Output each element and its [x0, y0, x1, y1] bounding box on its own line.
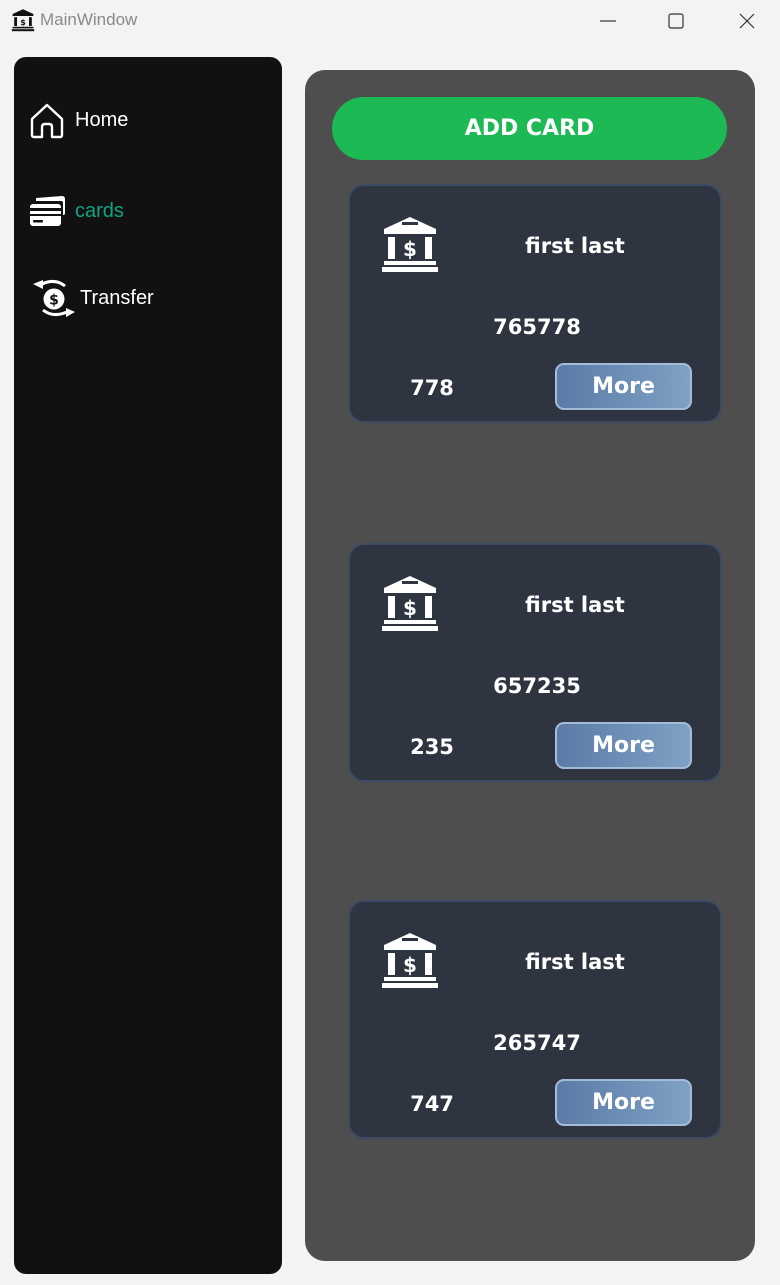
- window-title: MainWindow: [40, 10, 138, 29]
- sidebar-item-label: cards: [75, 200, 124, 222]
- svg-text:$: $: [20, 18, 26, 27]
- bank-icon: $: [382, 933, 438, 988]
- sidebar-item-label: Transfer: [80, 287, 154, 309]
- bank-icon: $: [382, 576, 438, 631]
- card-cvv: 747: [410, 1092, 454, 1116]
- sidebar-item-cards[interactable]: cards: [14, 187, 282, 237]
- card-item: $ first last 657235 235 More: [348, 543, 722, 782]
- money-transfer-icon: $: [33, 279, 75, 317]
- bank-icon: $: [382, 217, 438, 272]
- card-number: 657235: [493, 674, 581, 698]
- sidebar-item-home[interactable]: Home: [14, 97, 282, 147]
- sidebar: Home cards $ Transfer: [14, 57, 282, 1274]
- sidebar-item-transfer[interactable]: $ Transfer: [14, 273, 282, 323]
- svg-text:$: $: [403, 596, 417, 620]
- more-button[interactable]: More: [555, 1079, 692, 1126]
- card-item: $ first last 765778 778 More: [348, 184, 722, 423]
- svg-text:$: $: [403, 237, 417, 261]
- credit-cards-icon: [30, 196, 65, 226]
- card-holder-name: first last: [525, 950, 625, 974]
- add-card-button[interactable]: ADD CARD: [332, 97, 727, 160]
- card-number: 765778: [493, 315, 581, 339]
- card-number: 265747: [493, 1031, 581, 1055]
- close-icon[interactable]: [736, 10, 758, 32]
- title-bar: $ MainWindow: [0, 0, 780, 42]
- card-holder-name: first last: [525, 234, 625, 258]
- card-cvv: 778: [410, 376, 454, 400]
- more-button[interactable]: More: [555, 722, 692, 769]
- card-item: $ first last 265747 747 More: [348, 900, 722, 1139]
- minimize-icon[interactable]: [597, 10, 619, 32]
- more-button[interactable]: More: [555, 363, 692, 410]
- svg-text:$: $: [49, 293, 59, 309]
- cards-panel: ADD CARD $ first last 765778 778 More $: [305, 70, 755, 1261]
- svg-text:$: $: [403, 953, 417, 977]
- home-icon: [30, 103, 64, 139]
- card-cvv: 235: [410, 735, 454, 759]
- sidebar-item-label: Home: [75, 109, 129, 131]
- maximize-icon[interactable]: [665, 10, 687, 32]
- card-holder-name: first last: [525, 593, 625, 617]
- bank-icon: $: [11, 9, 35, 32]
